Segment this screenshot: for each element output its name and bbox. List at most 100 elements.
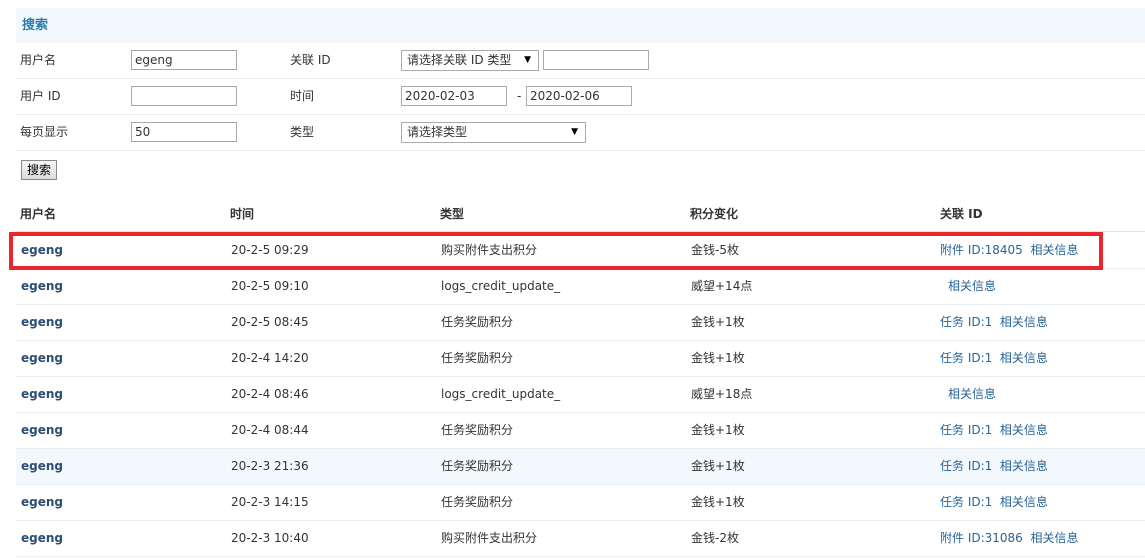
userid-input[interactable] [131,86,237,106]
row-time: 20-2-4 08:44 [231,423,309,437]
row-related-id: 附件 ID:18405 相关信息 [940,233,1078,268]
perpage-label: 每页显示 [20,125,69,139]
row-time: 20-2-4 08:46 [231,387,309,401]
column-header-related-id: 关联 ID [940,207,983,221]
row-related-id: 任务 ID:1 相关信息 [940,305,1048,340]
row-username[interactable]: egeng [21,485,63,520]
form-row-perpage: 每页显示 类型 请选择类型 ▼ [16,115,1145,151]
row-related-id: 相关信息 [948,377,996,412]
row-time: 20-2-4 14:20 [231,351,309,365]
row-credit-change: 金钱-2枚 [691,531,739,545]
related-info-link[interactable]: 相关信息 [948,279,996,293]
related-info-link[interactable]: 相关信息 [1030,243,1078,257]
row-type: 任务奖励积分 [441,315,514,329]
userid-label: 用户 ID [20,89,61,103]
row-time: 20-2-3 21:36 [231,459,309,473]
row-username[interactable]: egeng [21,341,63,376]
row-credit-change: 金钱+1枚 [691,423,745,437]
related-id-link[interactable]: 任务 ID:1 [940,423,992,437]
related-id-link[interactable]: 任务 ID:1 [940,495,992,509]
related-info-link[interactable]: 相关信息 [948,387,996,401]
username-input[interactable] [131,50,237,70]
row-credit-change: 威望+14点 [691,279,753,293]
table-row: egeng 20-2-4 08:46 logs_credit_update_ 威… [16,377,1145,413]
form-row-username: 用户名 关联 ID 请选择关联 ID 类型 ▼ [16,43,1145,79]
search-panel-title: 搜索 [16,8,1145,43]
row-credit-change: 金钱+1枚 [691,495,745,509]
related-id-link[interactable]: 附件 ID:18405 [940,243,1023,257]
row-username[interactable]: egeng [21,377,63,412]
column-header-type: 类型 [440,207,465,221]
row-related-id: 任务 ID:1 相关信息 [940,449,1048,484]
row-time: 20-2-3 14:15 [231,495,309,509]
row-username[interactable]: egeng [21,269,63,304]
table-row: egeng 20-2-4 08:44 任务奖励积分 金钱+1枚 任务 ID:1 … [16,413,1145,449]
related-id-link[interactable]: 任务 ID:1 [940,351,992,365]
row-related-id: 任务 ID:1 相关信息 [940,485,1048,520]
relid-label: 关联 ID [290,53,331,67]
related-info-link[interactable]: 相关信息 [1000,495,1048,509]
row-time: 20-2-3 10:40 [231,531,309,545]
row-username[interactable]: egeng [21,449,63,484]
column-header-time: 时间 [230,207,255,221]
username-label: 用户名 [20,53,57,67]
related-id-link[interactable]: 附件 ID:31086 [940,531,1023,545]
row-type: 购买附件支出积分 [441,243,538,257]
row-time: 20-2-5 08:45 [231,315,309,329]
perpage-input[interactable] [131,122,237,142]
row-related-id: 任务 ID:1 相关信息 [940,341,1048,376]
row-time: 20-2-5 09:10 [231,279,309,293]
type-select[interactable]: 请选择类型 ▼ [401,122,586,143]
relid-input[interactable] [543,50,649,70]
type-selected: 请选择类型 [407,125,468,139]
related-info-link[interactable]: 相关信息 [1030,531,1078,545]
row-credit-change: 金钱+1枚 [691,315,745,329]
row-time: 20-2-5 09:29 [231,243,309,257]
row-related-id: 相关信息 [948,269,996,304]
row-type: 购买附件支出积分 [441,531,538,545]
row-username[interactable]: egeng [21,521,63,556]
table-row: egeng 20-2-5 08:45 任务奖励积分 金钱+1枚 任务 ID:1 … [16,305,1145,341]
row-credit-change: 金钱+1枚 [691,351,745,365]
dropdown-arrow-icon: ▼ [524,55,531,65]
related-id-link[interactable]: 任务 ID:1 [940,315,992,329]
row-related-id: 任务 ID:1 相关信息 [940,413,1048,448]
table-row: egeng 20-2-3 14:15 任务奖励积分 金钱+1枚 任务 ID:1 … [16,485,1145,521]
date-separator: - [517,89,522,103]
relid-type-select[interactable]: 请选择关联 ID 类型 ▼ [401,50,539,71]
search-button[interactable]: 搜索 [21,160,57,180]
date-from-input[interactable] [401,86,507,106]
related-info-link[interactable]: 相关信息 [1000,315,1048,329]
row-username[interactable]: egeng [21,413,63,448]
dropdown-arrow-icon: ▼ [571,127,578,137]
row-type: 任务奖励积分 [441,351,514,365]
related-id-link[interactable]: 任务 ID:1 [940,459,992,473]
row-credit-change: 威望+18点 [691,387,753,401]
date-to-input[interactable] [526,86,632,106]
table-row: egeng 20-2-5 09:10 logs_credit_update_ 威… [16,269,1145,305]
row-type: 任务奖励积分 [441,423,514,437]
type-label: 类型 [290,125,315,139]
table-row: egeng 20-2-3 10:40 购买附件支出积分 金钱-2枚 附件 ID:… [16,521,1145,557]
row-related-id: 附件 ID:31086 相关信息 [940,521,1078,556]
row-type: 任务奖励积分 [441,495,514,509]
row-type: logs_credit_update_ [441,387,561,401]
row-username[interactable]: egeng [21,233,63,268]
row-credit-change: 金钱-5枚 [691,243,739,257]
table-row: egeng 20-2-5 09:29 购买附件支出积分 金钱-5枚 附件 ID:… [16,233,1145,269]
related-info-link[interactable]: 相关信息 [1000,423,1048,437]
related-info-link[interactable]: 相关信息 [1000,351,1048,365]
related-info-link[interactable]: 相关信息 [1000,459,1048,473]
table-header: 用户名 时间 类型 积分变化 关联 ID [16,196,1145,232]
row-credit-change: 金钱+1枚 [691,459,745,473]
column-header-credit-change: 积分变化 [690,207,739,221]
form-row-userid: 用户 ID 时间 - [16,79,1145,115]
row-type: 任务奖励积分 [441,459,514,473]
column-header-username: 用户名 [20,207,57,221]
time-label: 时间 [290,89,315,103]
table-row: egeng 20-2-4 14:20 任务奖励积分 金钱+1枚 任务 ID:1 … [16,341,1145,377]
row-username[interactable]: egeng [21,305,63,340]
table-row: egeng 20-2-3 21:36 任务奖励积分 金钱+1枚 任务 ID:1 … [16,449,1145,485]
row-type: logs_credit_update_ [441,279,561,293]
relid-type-selected: 请选择关联 ID 类型 [407,53,512,67]
